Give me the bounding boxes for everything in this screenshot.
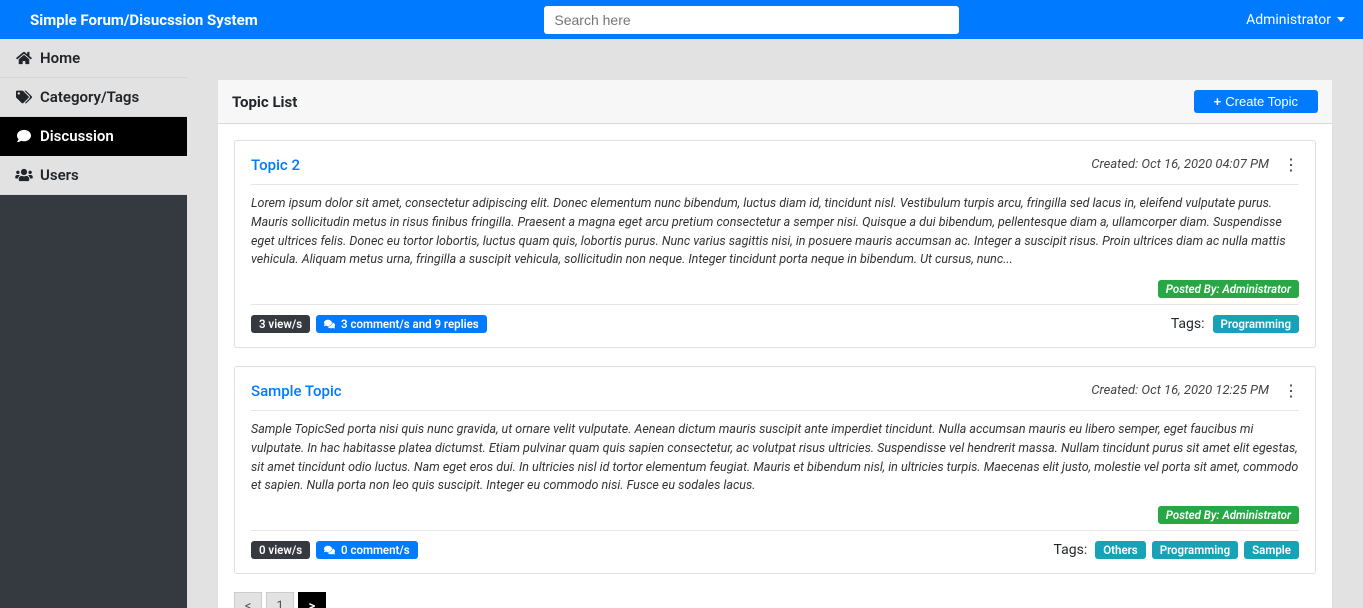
sidebar-item-label: Category/Tags [40,88,139,106]
brand-title: Simple Forum/Disucssion System [30,11,258,29]
pagination-prev[interactable]: < [234,592,262,608]
topic-created-date: Created: Oct 16, 2020 12:25 PM [1091,383,1269,398]
tag-badge[interactable]: Others [1095,541,1145,559]
caret-down-icon [1337,17,1345,22]
topic-menu-kebab-icon[interactable]: ⋮ [1283,381,1299,400]
topic-list-card: Topic List + Create Topic Topic 2 Create… [217,79,1333,608]
comment-icon [14,129,34,143]
sidebar-item-users[interactable]: Users [0,156,187,195]
sidebar-item-label: Discussion [40,127,114,145]
user-menu-label: Administrator [1246,12,1331,28]
sidebar: Home Category/Tags Discussion Users [0,39,187,608]
tag-badge[interactable]: Sample [1244,541,1299,559]
sidebar-item-category-tags[interactable]: Category/Tags [0,78,187,117]
tag-badge[interactable]: Programming [1213,315,1299,333]
pagination-page-1[interactable]: 1 [266,592,294,608]
tags-label: Tags: [1054,542,1088,558]
topic-menu-kebab-icon[interactable]: ⋮ [1283,155,1299,174]
divider [251,530,1299,531]
topic-item: Topic 2 Created: Oct 16, 2020 04:07 PM ⋮… [234,140,1316,348]
pagination: < 1 > [234,592,1316,608]
divider [251,184,1299,185]
top-navbar: Simple Forum/Disucssion System Administr… [0,0,1363,39]
topic-description: Lorem ipsum dolor sit amet, consectetur … [251,195,1299,270]
topic-item: Sample Topic Created: Oct 16, 2020 12:25… [234,366,1316,574]
divider [251,304,1299,305]
topic-description: Sample TopicSed porta nisi quis nunc gra… [251,421,1299,496]
users-icon [14,168,34,182]
views-badge: 0 view/s [251,541,310,559]
main-content: Topic List + Create Topic Topic 2 Create… [187,39,1363,608]
create-topic-button[interactable]: + Create Topic [1194,90,1318,113]
posted-by-badge: Posted By: Administrator [1158,506,1299,524]
tag-badge[interactable]: Programming [1152,541,1238,559]
search-input[interactable] [544,6,959,34]
card-header: Topic List + Create Topic [218,80,1332,124]
topic-created-date: Created: Oct 16, 2020 04:07 PM [1091,157,1269,172]
tags-label: Tags: [1171,316,1205,332]
tags-icon [14,90,34,104]
sidebar-item-label: Home [40,49,80,67]
page-title: Topic List [232,93,297,111]
create-topic-label: Create Topic [1225,94,1298,109]
comments-badge-text: 0 comment/s [341,543,410,557]
topic-title-link[interactable]: Sample Topic [251,382,342,400]
topic-title-link[interactable]: Topic 2 [251,156,300,174]
divider [251,410,1299,411]
card-body: Topic 2 Created: Oct 16, 2020 04:07 PM ⋮… [218,124,1332,608]
sidebar-item-label: Users [40,166,79,184]
comments-badge-text: 3 comment/s and 9 replies [341,317,479,331]
pagination-next[interactable]: > [298,592,326,608]
sidebar-item-discussion[interactable]: Discussion [0,117,187,156]
views-badge: 3 view/s [251,315,310,333]
user-menu-dropdown[interactable]: Administrator [1246,12,1345,28]
posted-by-badge: Posted By: Administrator [1158,280,1299,298]
home-icon [14,51,34,65]
sidebar-item-home[interactable]: Home [0,39,187,78]
comments-icon [324,543,338,557]
comments-icon [324,317,338,331]
comments-badge[interactable]: 0 comment/s [316,541,418,559]
plus-icon: + [1214,94,1222,109]
search-container [298,6,1246,34]
comments-badge[interactable]: 3 comment/s and 9 replies [316,315,487,333]
